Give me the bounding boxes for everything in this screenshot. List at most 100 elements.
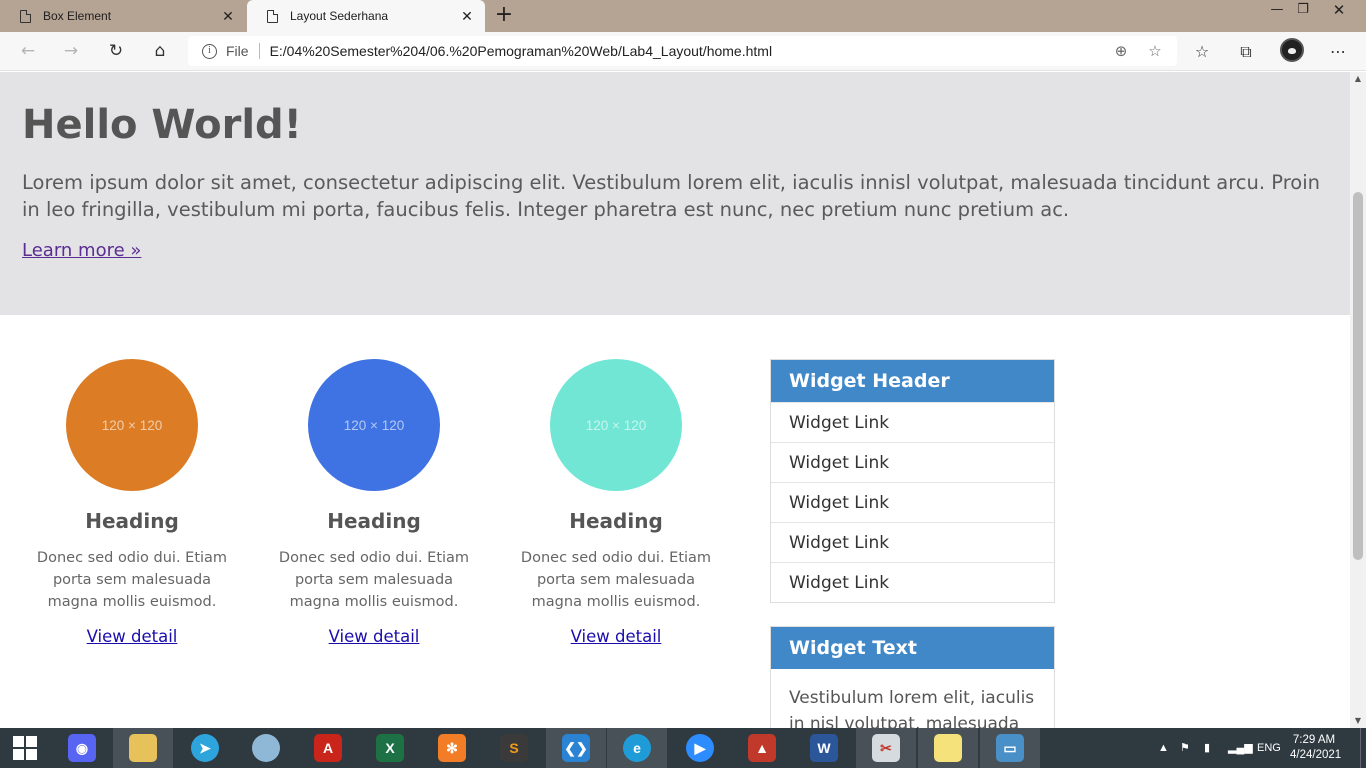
page-viewport: Hello World! Lorem ipsum dolor sit amet,… [0, 72, 1350, 728]
folder-icon [129, 734, 157, 762]
page-icon [267, 9, 278, 23]
view-detail-link[interactable]: View detail [87, 627, 178, 646]
feature-card: 120 × 120 Heading Donec sed odio dui. Et… [506, 359, 726, 646]
battery-icon[interactable]: ▮ [1204, 728, 1210, 768]
zoom-icon[interactable]: ⊕ [1109, 39, 1133, 63]
jumbotron: Hello World! Lorem ipsum dolor sit amet,… [0, 72, 1350, 315]
widget-link[interactable]: Widget Link [771, 482, 1054, 522]
taskbar-matlab[interactable]: ▲ [732, 728, 792, 768]
vscode-icon: ❮❯ [562, 734, 590, 762]
edge-icon: e [623, 734, 651, 762]
word-icon: W [810, 734, 838, 762]
tab-box-element[interactable]: Box Element ✕ [0, 0, 246, 32]
tab-title: Box Element [43, 9, 112, 23]
taskbar-sticky-notes[interactable] [918, 728, 978, 768]
profile-avatar[interactable] [1280, 38, 1304, 62]
feature-image: 120 × 120 [550, 359, 682, 491]
close-icon[interactable]: ✕ [459, 8, 475, 24]
chevron-up-icon[interactable]: ▲ [1158, 728, 1169, 768]
excel-icon: X [376, 734, 404, 762]
clock[interactable]: 7:29 AM 4/24/2021 [1290, 733, 1342, 763]
taskbar-discord[interactable]: ◉ [52, 728, 112, 768]
taskbar-xampp[interactable]: ✻ [422, 728, 482, 768]
learn-more-link[interactable]: Learn more » [22, 240, 141, 261]
new-tab-button[interactable]: + [493, 4, 515, 26]
palette-icon [252, 734, 280, 762]
taskbar-telegram[interactable]: ➤ [175, 728, 235, 768]
favorites-icon[interactable]: ☆ [1189, 39, 1215, 65]
url-text[interactable]: E:/04%20Semester%204/06.%20Pemograman%20… [270, 43, 1109, 59]
feature-text: Donec sed odio dui. Etiam porta sem male… [36, 550, 228, 610]
feature-text: Donec sed odio dui. Etiam porta sem male… [278, 550, 470, 610]
widget-body-text: Vestibulum lorem elit, iaculis in nisl v… [789, 688, 1035, 728]
forward-arrow-icon[interactable]: → [59, 39, 83, 63]
taskbar-photos[interactable]: ▭ [980, 728, 1040, 768]
address-bar[interactable]: i File E:/04%20Semester%204/06.%20Pemogr… [188, 36, 1177, 66]
home-icon[interactable]: ⌂ [148, 39, 172, 63]
clock-date: 4/24/2021 [1290, 749, 1342, 761]
feature-image: 120 × 120 [66, 359, 198, 491]
widget-header: Widget Header [771, 360, 1054, 402]
taskbar-edge[interactable]: e [607, 728, 667, 768]
divider [258, 43, 260, 59]
feature-heading: Heading [327, 509, 421, 533]
feature-heading: Heading [85, 509, 179, 533]
more-icon[interactable]: ⋯ [1325, 39, 1351, 65]
taskbar-excel[interactable]: X [360, 728, 420, 768]
widget-link[interactable]: Widget Link [771, 522, 1054, 562]
show-desktop-button[interactable] [1360, 728, 1366, 768]
taskbar-zoom[interactable]: ▶ [670, 728, 730, 768]
flag-icon[interactable]: ⚑ [1180, 728, 1190, 768]
widget-link[interactable]: Widget Link [771, 402, 1054, 442]
close-icon[interactable]: ✕ [220, 8, 236, 24]
taskbar-vscode[interactable]: ❮❯ [546, 728, 606, 768]
tab-layout-sederhana[interactable]: Layout Sederhana ✕ [247, 0, 485, 32]
video-camera-icon: ▶ [686, 734, 714, 762]
language-indicator[interactable]: ENG [1257, 728, 1281, 768]
restore-icon[interactable]: ❐ [1285, 0, 1321, 22]
feature-text: Donec sed odio dui. Etiam porta sem male… [520, 550, 712, 610]
taskbar-word[interactable]: W [794, 728, 854, 768]
taskbar: ◉ ➤ A X ✻ S ❮❯ e ▶ ▲ W ✂ ▭ ▲ ⚑ ▮ ▂▄▆ ENG… [0, 728, 1366, 768]
sublime-icon: S [500, 734, 528, 762]
widget-text: Widget Text Vestibulum lorem elit, iacul… [770, 626, 1055, 728]
back-arrow-icon[interactable]: ← [16, 39, 40, 63]
scroll-down-icon[interactable]: ▼ [1350, 714, 1366, 728]
feature-image: 120 × 120 [308, 359, 440, 491]
tab-title: Layout Sederhana [290, 9, 389, 23]
jumbotron-text: Lorem ipsum dolor sit amet, consectetur … [22, 171, 1320, 221]
photo-icon: ▭ [996, 734, 1024, 762]
info-icon[interactable]: i [202, 43, 217, 59]
sticky-note-icon [934, 734, 962, 762]
widget-link[interactable]: Widget Link [771, 562, 1054, 602]
taskbar-sublime[interactable]: S [484, 728, 544, 768]
widget-links: Widget Header Widget Link Widget Link Wi… [770, 359, 1055, 603]
taskbar-file-explorer[interactable] [113, 728, 173, 768]
widget-link[interactable]: Widget Link [771, 442, 1054, 482]
windows-icon [13, 736, 37, 760]
matlab-icon: ▲ [748, 734, 776, 762]
network-icon[interactable]: ▂▄▆ [1228, 728, 1253, 768]
window-close-icon[interactable]: ✕ [1321, 0, 1357, 22]
view-detail-link[interactable]: View detail [329, 627, 420, 646]
feature-card: 120 × 120 Heading Donec sed odio dui. Et… [264, 359, 484, 646]
taskbar-acrobat[interactable]: A [298, 728, 358, 768]
refresh-icon[interactable]: ↻ [104, 39, 128, 63]
taskbar-snipping-tool[interactable]: ✂ [856, 728, 916, 768]
xampp-icon: ✻ [438, 734, 466, 762]
scroll-up-icon[interactable]: ▲ [1350, 72, 1366, 86]
taskbar-paint[interactable] [236, 728, 296, 768]
widget-header: Widget Text [771, 627, 1054, 669]
start-button[interactable] [0, 728, 50, 768]
telegram-icon: ➤ [191, 734, 219, 762]
add-favorite-icon[interactable]: ☆ [1143, 39, 1167, 63]
scroll-thumb[interactable] [1353, 192, 1363, 560]
browser-toolbar: ← → ↻ ⌂ i File E:/04%20Semester%204/06.%… [0, 32, 1366, 71]
scheme-label: File [226, 43, 249, 59]
view-detail-link[interactable]: View detail [571, 627, 662, 646]
feature-card: 120 × 120 Heading Donec sed odio dui. Et… [22, 359, 242, 646]
vertical-scrollbar[interactable]: ▲ ▼ [1350, 72, 1366, 728]
scissors-icon: ✂ [872, 734, 900, 762]
collections-icon[interactable]: ⧉ [1233, 39, 1259, 65]
pdf-icon: A [314, 734, 342, 762]
